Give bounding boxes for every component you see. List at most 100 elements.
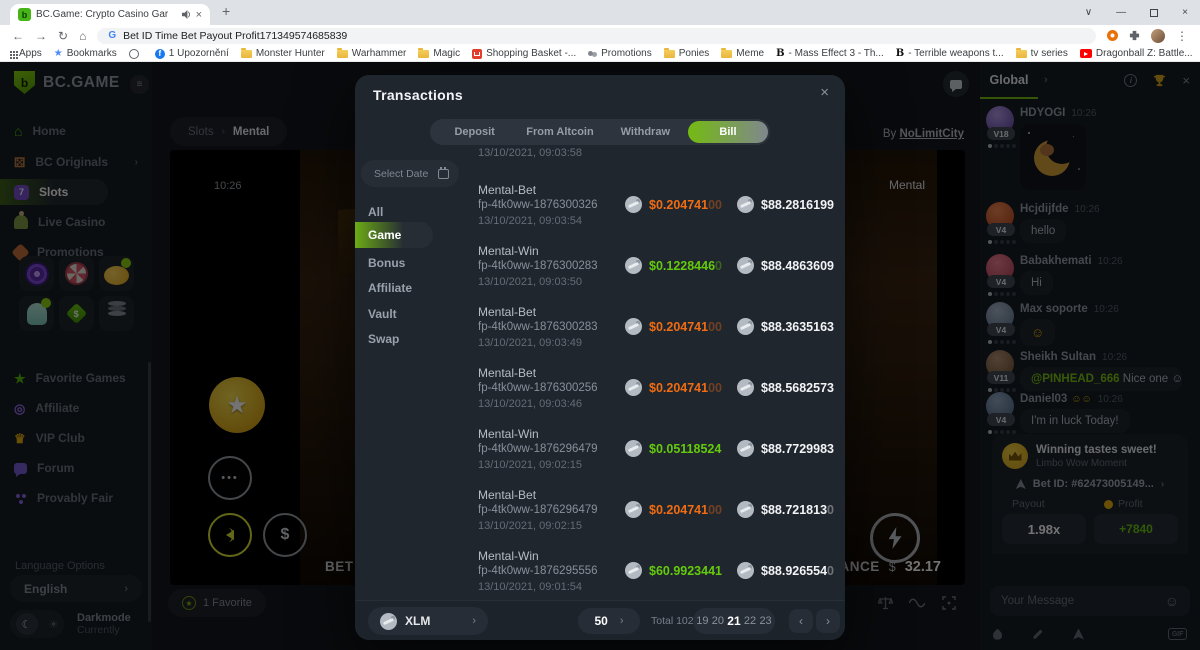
page-size-select[interactable]: 50 ›	[578, 608, 640, 634]
bookmark-item[interactable]: B- Terrible weapons t...	[896, 48, 1004, 59]
forward-icon[interactable]: →	[35, 30, 47, 42]
bookmark-item[interactable]: Magic	[418, 48, 460, 59]
transaction-id: fp-4tk0ww-1876295556	[478, 565, 598, 577]
bookmark-bookmarks[interactable]: ★Bookmarks	[54, 48, 117, 59]
transaction-amount: $0.05118524	[625, 440, 721, 457]
tab-from-altcoin[interactable]: From Altcoin	[517, 126, 602, 138]
bookmark-facebook[interactable]: f1 Upozornění	[155, 48, 229, 59]
transaction-balance: $88.3635163	[737, 318, 834, 335]
bookmark-label: Magic	[433, 48, 460, 59]
transaction-amount: $0.12284460	[625, 257, 722, 274]
tab-deposit[interactable]: Deposit	[432, 126, 517, 138]
transactions-modal: Transactions × Deposit From Altcoin With…	[355, 75, 845, 640]
transaction-name: Mental-Win	[478, 427, 539, 441]
tab-withdraw[interactable]: Withdraw	[603, 126, 688, 138]
filter-all[interactable]: All	[368, 205, 383, 219]
prev-page-button[interactable]: ‹	[789, 609, 813, 633]
reload-icon[interactable]: ↻	[58, 30, 68, 42]
back-icon[interactable]: ←	[12, 30, 24, 42]
page-21-current[interactable]: 21	[727, 614, 740, 628]
currency-select[interactable]: XLM ›	[368, 607, 488, 635]
bookmark-label: Apps	[19, 48, 42, 59]
transaction-row[interactable]: Mental-Bet fp-4tk0ww-1876300326 13/10/20…	[465, 183, 837, 235]
bookmark-shopping[interactable]: Shopping Basket -...	[472, 48, 576, 59]
bookmark-label: 1 Upozornění	[169, 48, 229, 59]
new-tab-button[interactable]: +	[222, 3, 230, 19]
next-page-button[interactable]: ›	[816, 609, 840, 633]
transaction-amount: $0.20474100	[625, 379, 722, 396]
bookmark-youtube[interactable]: Dragonball Z: Battle...	[1080, 48, 1193, 59]
xlm-coin-icon	[625, 501, 642, 518]
browser-tab-strip: b BC.Game: Crypto Casino Gar × + ∨ — ×	[0, 0, 1200, 25]
window-minimize-icon[interactable]: —	[1116, 7, 1126, 18]
bcgame-page: b BC.GAME ≡ ⌂Home ⚄BC Originals› 7Slots …	[0, 62, 1200, 650]
bookmark-label: tv series	[1031, 48, 1068, 59]
transaction-row[interactable]: Mental-Bet fp-4tk0ww-1876300283 13/10/20…	[465, 305, 837, 357]
bookmark-item[interactable]: Ponies	[664, 48, 710, 59]
page-19[interactable]: 19	[696, 615, 708, 627]
filter-affiliate[interactable]: Affiliate	[368, 281, 412, 295]
tab-close-icon[interactable]: ×	[196, 9, 202, 21]
transaction-row[interactable]: Mental-Win fp-4tk0ww-1876296479 13/10/20…	[465, 427, 837, 479]
bookmark-item[interactable]: Meme	[721, 48, 764, 59]
tab-audio-icon[interactable]	[182, 10, 191, 19]
bookmark-label: Promotions	[601, 48, 652, 59]
transaction-row[interactable]: Mental-Bet fp-4tk0ww-1876300256 13/10/20…	[465, 366, 837, 418]
xlm-coin-icon	[625, 562, 642, 579]
bookmark-label: Meme	[736, 48, 764, 59]
filter-vault[interactable]: Vault	[368, 307, 397, 321]
home-icon[interactable]: ⌂	[79, 30, 86, 42]
bookmark-item[interactable]: B- Mass Effect 3 - Th...	[776, 48, 884, 59]
modal-close-icon[interactable]: ×	[820, 84, 829, 101]
transaction-id: fp-4tk0ww-1876300283	[478, 260, 598, 272]
extensions-puzzle-icon[interactable]	[1129, 30, 1140, 41]
calendar-icon	[438, 169, 449, 179]
filter-game[interactable]: Game	[355, 222, 433, 248]
bookmark-item[interactable]: Warhammer	[337, 48, 407, 59]
xlm-coin-icon	[625, 257, 642, 274]
page-23[interactable]: 23	[759, 615, 771, 627]
bookmark-item[interactable]: tv series	[1016, 48, 1068, 59]
bookmark-globe[interactable]	[129, 49, 143, 59]
tab-bill[interactable]: Bill	[688, 121, 768, 143]
bookmark-label: Monster Hunter	[256, 48, 325, 59]
window-maximize-icon[interactable]	[1150, 9, 1158, 17]
extension-icon[interactable]	[1107, 30, 1118, 41]
page-20[interactable]: 20	[712, 615, 724, 627]
transactions-list[interactable]: 13/10/2021, 09:03:58 Mental-Bet fp-4tk0w…	[465, 145, 837, 600]
transaction-amount: $0.20474100	[625, 501, 722, 518]
browser-tab[interactable]: b BC.Game: Crypto Casino Gar ×	[10, 4, 210, 25]
bookmark-label: Shopping Basket -...	[486, 48, 576, 59]
profile-avatar[interactable]	[1151, 29, 1165, 43]
bookmark-item[interactable]: Monster Hunter	[241, 48, 325, 59]
filter-swap[interactable]: Swap	[368, 332, 399, 346]
xlm-coin-icon	[625, 440, 642, 457]
xlm-coin-icon	[737, 379, 754, 396]
page-size-value: 50	[594, 614, 607, 628]
url-text[interactable]: Bet ID Time Bet Payout Profit17134957468…	[123, 30, 347, 42]
bookmark-apps[interactable]: Apps	[10, 48, 42, 59]
transaction-row[interactable]: Mental-Win fp-4tk0ww-1876295556 13/10/20…	[465, 549, 837, 600]
transaction-id: fp-4tk0ww-1876296479	[478, 504, 598, 516]
xlm-coin-icon	[737, 318, 754, 335]
folder-icon	[1016, 50, 1027, 58]
people-icon	[588, 51, 593, 56]
transaction-id: fp-4tk0ww-1876300283	[478, 321, 598, 333]
transaction-date: 13/10/2021, 09:03:50	[478, 276, 582, 288]
transaction-row[interactable]: Mental-Bet fp-4tk0ww-1876296479 13/10/20…	[465, 488, 837, 540]
youtube-icon	[1080, 49, 1092, 58]
window-close-icon[interactable]: ×	[1182, 7, 1188, 18]
window-menu-icon[interactable]: ∨	[1085, 7, 1092, 18]
filter-bonus[interactable]: Bonus	[368, 256, 405, 270]
bookmark-promotions[interactable]: Promotions	[588, 48, 652, 59]
page-22[interactable]: 22	[744, 615, 756, 627]
select-date-button[interactable]: Select Date	[361, 160, 459, 187]
transaction-name: Mental-Bet	[478, 488, 536, 502]
browser-toolbar: ← → ↻ ⌂ G Bet ID Time Bet Payout Profit1…	[0, 25, 1200, 46]
transaction-row[interactable]: Mental-Win fp-4tk0ww-1876300283 13/10/20…	[465, 244, 837, 296]
transaction-date: 13/10/2021, 09:03:54	[478, 215, 582, 227]
folder-icon	[337, 50, 348, 58]
browser-menu-icon[interactable]: ⋮	[1176, 30, 1188, 42]
address-bar[interactable]: G Bet ID Time Bet Payout Profit171349574…	[97, 28, 1096, 44]
folder-icon	[418, 50, 429, 58]
